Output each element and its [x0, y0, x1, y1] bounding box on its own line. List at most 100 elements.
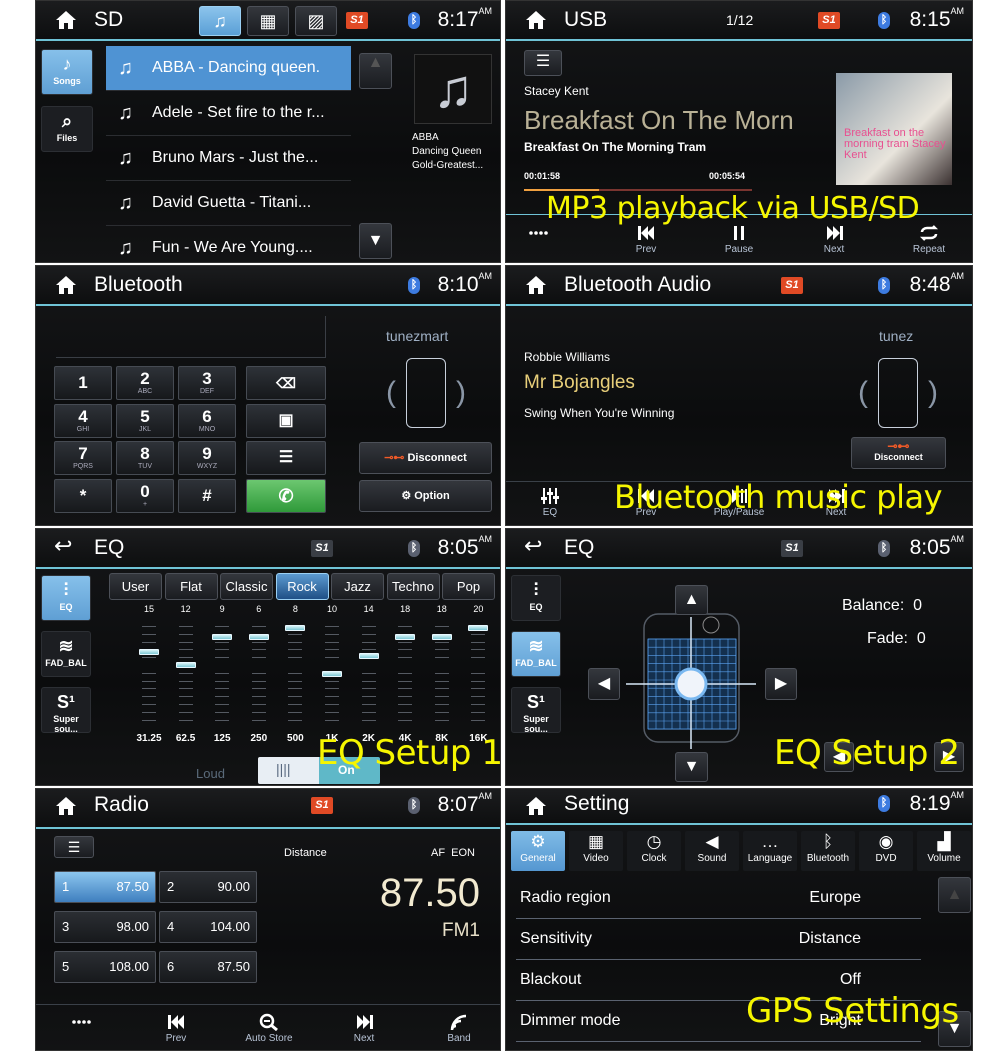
preset-button-6[interactable]: 6 87.50 — [159, 951, 257, 983]
eq-slider-8K[interactable] — [431, 626, 452, 722]
eq-slider-2K[interactable] — [358, 626, 379, 722]
control-auto-store[interactable]: Auto Store — [239, 1013, 299, 1044]
dial-key-3[interactable]: 3 DEF — [178, 366, 236, 400]
dial-display[interactable] — [56, 316, 326, 358]
s1-badge[interactable]: S1 — [781, 540, 803, 557]
dial-key-*[interactable]: * — [54, 478, 112, 513]
preset-tab-pop[interactable]: Pop — [442, 573, 495, 600]
control-eq[interactable]: EQ — [520, 487, 580, 518]
option-button[interactable]: ⚙ Option — [359, 480, 492, 512]
sidebar-item-fad-bal[interactable]: ≋ FAD_BAL — [511, 631, 561, 677]
dial-key-4[interactable]: 4 GHI — [54, 403, 112, 438]
s1-badge[interactable]: S1 — [311, 540, 333, 557]
tab-video[interactable]: ▦ Video — [569, 831, 623, 871]
preset-tab-rock[interactable]: Rock — [275, 573, 329, 600]
s1-badge[interactable]: S1 — [781, 277, 803, 294]
tab-clock[interactable]: ◷ Clock — [627, 831, 681, 871]
tab-dvd[interactable]: ◉ DVD — [859, 831, 913, 871]
dial-key-#[interactable]: # — [178, 478, 236, 513]
playlist-button[interactable]: ☰ — [524, 50, 562, 76]
back-icon[interactable]: ↩ — [524, 533, 542, 559]
eq-slider-31.25[interactable] — [139, 626, 159, 722]
sidebar-item-eq[interactable]: ⫶ EQ — [511, 575, 561, 621]
slider-handle[interactable] — [322, 671, 342, 678]
dial-key-0[interactable]: 0 + — [116, 478, 174, 513]
car-balance-diagram[interactable] — [626, 609, 756, 749]
disconnect-button[interactable]: ⊸⊷ Disconnect — [359, 442, 492, 474]
disconnect-button[interactable]: ⊸⊷ Disconnect — [851, 437, 946, 469]
scroll-down-button[interactable]: ▼ — [359, 223, 392, 259]
dial-key-2[interactable]: 2 ABC — [116, 366, 174, 400]
home-icon[interactable] — [56, 11, 76, 29]
slider-handle[interactable] — [358, 653, 379, 660]
back-icon[interactable]: ↩ — [54, 533, 72, 559]
slider-handle[interactable] — [431, 634, 452, 641]
eq-slider-125[interactable] — [212, 626, 233, 722]
song-list-item[interactable]: ♫ David Guetta - Titani... — [106, 181, 351, 226]
tab-bluetooth[interactable]: ᛒ Bluetooth — [801, 831, 855, 871]
song-list-item[interactable]: ♫ Adele - Set fire to the r... — [106, 91, 351, 136]
tab-sound[interactable]: ◀ Sound — [685, 831, 739, 871]
slider-handle[interactable] — [248, 634, 269, 641]
slider-handle[interactable] — [139, 648, 159, 655]
eq-slider-1K[interactable] — [322, 626, 342, 722]
s1-badge[interactable]: S1 — [818, 12, 840, 29]
preset-tab-techno[interactable]: Techno — [386, 573, 440, 600]
slider-handle[interactable] — [175, 661, 196, 668]
eq-slider-500[interactable] — [285, 624, 306, 722]
dial-key-1[interactable]: 1 — [54, 366, 112, 400]
tab-general[interactable]: ⚙ General — [511, 831, 565, 871]
sidebar-item-super-sou-[interactable]: S¹ Super sou... — [511, 687, 561, 734]
station-list-button[interactable]: ☰ — [54, 836, 94, 858]
scroll-up-button[interactable]: ▲ — [359, 53, 392, 89]
slider-handle[interactable] — [395, 634, 416, 641]
song-list-item[interactable]: ♫ ABBA - Dancing queen. — [106, 46, 351, 91]
song-list-item[interactable]: ♫ Fun - We Are Young.... — [106, 226, 351, 262]
scroll-up-button[interactable]: ▲ — [938, 877, 971, 913]
s1-badge[interactable]: S1 — [346, 12, 368, 29]
contacts-button[interactable]: ▣ — [246, 404, 326, 438]
control-band[interactable]: Band — [429, 1013, 489, 1044]
control-next[interactable]: Next — [334, 1013, 394, 1044]
slider-handle[interactable] — [285, 624, 306, 631]
preset-tab-user[interactable]: User — [109, 573, 162, 600]
sidebar-item-super-sou-[interactable]: S¹ Super sou... — [41, 687, 91, 734]
setting-row-radio-region[interactable]: Radio region Europe — [516, 879, 921, 919]
tab-music[interactable]: ♫ — [199, 6, 241, 36]
sidebar-item-songs[interactable]: ♪ Songs — [41, 49, 93, 95]
sidebar-item-eq[interactable]: ⫶ EQ — [41, 575, 91, 621]
call-button[interactable]: ✆ — [246, 479, 326, 513]
control-repeat[interactable]: Repeat — [899, 224, 959, 255]
preset-button-1[interactable]: 1 87.50 — [54, 871, 156, 903]
slider-handle[interactable] — [468, 624, 489, 631]
call-log-button[interactable]: ☰ — [246, 441, 326, 475]
setting-row-sensitivity[interactable]: Sensitivity Distance — [516, 920, 921, 960]
dial-key-9[interactable]: 9 WXYZ — [178, 441, 236, 475]
control-more[interactable] — [51, 1013, 111, 1033]
sidebar-item-files[interactable]: ⌕ Files — [41, 106, 93, 152]
slider-handle[interactable] — [212, 634, 233, 641]
eq-slider-16K[interactable] — [468, 624, 489, 722]
home-icon[interactable] — [56, 797, 76, 815]
eq-slider-4K[interactable] — [395, 626, 416, 722]
tab-video[interactable]: ▦ — [247, 6, 289, 36]
tab-picture[interactable]: ▨ — [295, 6, 337, 36]
tab-language[interactable]: … Language — [743, 831, 797, 871]
sidebar-item-fad-bal[interactable]: ≋ FAD_BAL — [41, 631, 91, 677]
home-icon[interactable] — [526, 276, 546, 294]
home-icon[interactable] — [56, 276, 76, 294]
preset-button-4[interactable]: 4 104.00 — [159, 911, 257, 943]
control-prev[interactable]: Prev — [616, 224, 676, 255]
control-prev[interactable]: Prev — [146, 1013, 206, 1044]
preset-button-5[interactable]: 5 108.00 — [54, 951, 156, 983]
dial-key-6[interactable]: 6 MNO — [178, 403, 236, 438]
s1-badge[interactable]: S1 — [311, 797, 333, 814]
fade-down-button[interactable]: ▼ — [675, 752, 708, 782]
backspace-button[interactable]: ⌫ — [246, 366, 326, 400]
preset-button-2[interactable]: 2 90.00 — [159, 871, 257, 903]
dial-key-7[interactable]: 7 PQRS — [54, 441, 112, 475]
preset-tab-classic[interactable]: Classic — [220, 573, 273, 600]
eq-slider-62.5[interactable] — [175, 626, 196, 722]
balance-left-button[interactable]: ◀ — [588, 668, 620, 700]
dial-key-5[interactable]: 5 JKL — [116, 403, 174, 438]
